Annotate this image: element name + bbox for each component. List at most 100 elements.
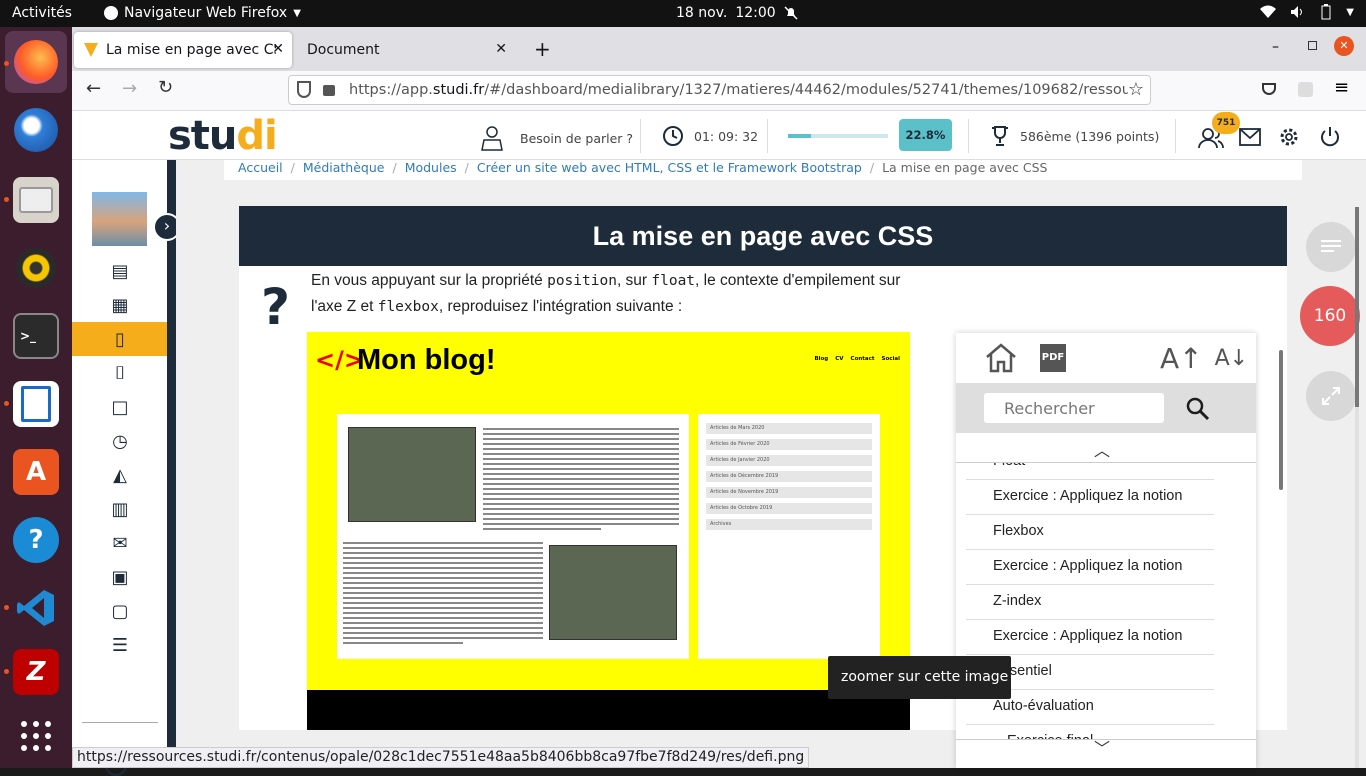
minimize-icon[interactable]: – — [1272, 39, 1279, 55]
extension-icon[interactable] — [1298, 82, 1313, 97]
clock[interactable]: 18 nov. 12:00 — [676, 5, 798, 21]
menu-icon[interactable]: ≡ — [1334, 77, 1349, 98]
search-icon[interactable] — [1186, 397, 1210, 421]
expand-icon — [1322, 387, 1340, 405]
dock: >_ A ? Z — [0, 27, 72, 768]
home-icon[interactable] — [984, 343, 1018, 373]
settings-icon[interactable] — [1278, 126, 1300, 148]
graduation-icon[interactable]: ◭ — [90, 458, 150, 492]
question-icon: ? — [261, 278, 291, 336]
exercise-image[interactable]: </> Mon blog! Blog CV Contact Social Art… — [307, 332, 910, 730]
filezilla-icon[interactable]: Z — [13, 649, 59, 695]
archive-link: Articles de Novembre 2019 — [706, 487, 872, 498]
breadcrumb-link[interactable]: Médiathèque — [303, 160, 385, 182]
vscode-icon[interactable] — [13, 585, 59, 631]
power-icon[interactable] — [1319, 126, 1341, 148]
divider — [82, 722, 158, 723]
inst-code: flexbox — [377, 299, 439, 315]
archive-link: Articles de Mars 2020 — [706, 423, 872, 434]
show-apps-icon[interactable] — [13, 713, 59, 759]
separator: / — [392, 160, 397, 175]
back-icon[interactable]: ← — [86, 78, 101, 99]
tab-document[interactable]: Document ✕ — [297, 32, 515, 68]
calendar-icon[interactable]: ▦ — [90, 288, 150, 322]
files-icon[interactable] — [13, 177, 59, 223]
tab-label: Document — [307, 42, 380, 58]
document-icon[interactable]: ▥ — [90, 492, 150, 526]
separator: / — [464, 160, 469, 175]
new-tab-icon[interactable]: + — [534, 37, 551, 61]
close-tab-icon[interactable]: ✕ — [272, 41, 284, 57]
close-tab-icon[interactable]: ✕ — [495, 41, 507, 57]
library-icon[interactable]: ▯ — [72, 322, 168, 356]
toc-item[interactable]: Exercice : Appliquez la notion — [966, 620, 1214, 655]
breadcrumb-link[interactable]: Modules — [405, 160, 457, 182]
increase-font-icon[interactable]: A↑ — [1160, 342, 1203, 375]
firefox-icon[interactable] — [5, 31, 67, 93]
divider — [1175, 119, 1176, 153]
help-link[interactable]: Besoin de parler ? — [480, 125, 633, 151]
chat-icon[interactable]: ▤ — [90, 254, 150, 288]
mail-icon[interactable]: ✉ — [90, 526, 150, 560]
fullscreen-button[interactable] — [1306, 371, 1356, 421]
url-bar[interactable]: https://app.studi.fr/#/dashboard/mediali… — [288, 75, 1151, 105]
terminal-icon[interactable]: >_ — [13, 313, 59, 359]
decrease-font-icon[interactable]: A↓ — [1215, 346, 1248, 371]
close-window-icon[interactable]: ✕ — [1334, 36, 1354, 56]
libreoffice-writer-icon[interactable] — [13, 381, 59, 427]
toc-item[interactable]: Z-index — [966, 585, 1214, 620]
toc-toggle-button[interactable] — [1306, 222, 1356, 272]
scroll-up-icon[interactable]: ︿ — [1094, 437, 1110, 461]
inst-code: position — [547, 273, 617, 289]
tab-active[interactable]: La mise en page avec CSS ✕ — [74, 32, 292, 68]
briefcase-icon[interactable]: ▢ — [90, 594, 150, 628]
thunderbird-icon[interactable] — [13, 107, 59, 153]
scroll-down-icon[interactable]: ﹀ — [1094, 735, 1110, 759]
activities-button[interactable]: Activités — [12, 5, 72, 21]
toc-scrollbar-thumb[interactable] — [1279, 350, 1283, 490]
toc-panel: PDF A↑ A↓ Rechercher ︿ Float Exercice : … — [956, 333, 1256, 768]
toc-item-sub[interactable]: Exercice final — [966, 725, 1214, 739]
toc-item[interactable]: Exercice : Appliquez la notion — [966, 550, 1214, 585]
page-scrollbar[interactable] — [1355, 207, 1359, 768]
breadcrumb-link[interactable]: Accueil — [238, 160, 283, 182]
search-input[interactable]: Rechercher — [984, 393, 1164, 423]
avatar[interactable] — [92, 192, 147, 246]
archive-link: Articles de Janvier 2020 — [706, 455, 872, 466]
firefox-window: La mise en page avec CSS ✕ Document ✕ + … — [72, 27, 1366, 776]
running-indicator — [4, 197, 9, 202]
site-header: studi Besoin de parler ? 01: 09: 32 22.8… — [72, 111, 1366, 160]
pdf-icon[interactable]: PDF — [1040, 344, 1066, 372]
software-center-icon[interactable]: A — [13, 449, 59, 495]
app-menu[interactable]: Navigateur Web Firefox ▼ — [104, 5, 301, 21]
mail-icon[interactable] — [1239, 128, 1261, 146]
help-icon[interactable]: ? — [13, 517, 59, 563]
toc-item-partial[interactable]: Float — [966, 463, 1214, 480]
scrollbar-thumb[interactable] — [1355, 207, 1359, 407]
system-tray[interactable]: ▼ — [1260, 4, 1354, 20]
forward-icon[interactable]: → — [122, 78, 137, 99]
maximize-icon[interactable] — [1308, 41, 1317, 50]
app-name: Navigateur Web Firefox — [124, 5, 288, 21]
list-icon[interactable]: ☰ — [90, 628, 150, 662]
system-top-bar: Activités Navigateur Web Firefox ▼ 18 no… — [0, 0, 1366, 27]
time: 12:00 — [735, 5, 776, 21]
pocket-icon[interactable] — [1262, 83, 1276, 95]
message-icon[interactable]: □ — [90, 390, 150, 424]
toc-item[interactable]: Flexbox — [966, 515, 1214, 550]
rhythmbox-icon[interactable] — [13, 245, 59, 291]
contacts-icon[interactable]: ▣ — [90, 560, 150, 594]
url-domain: studi.fr — [432, 82, 485, 98]
video-icon[interactable]: ◷ — [90, 424, 150, 458]
reload-icon[interactable]: ↻ — [158, 77, 173, 98]
clock-icon — [663, 126, 683, 146]
blog-nav-item: CV — [835, 356, 844, 362]
blog-archives: Articles de Mars 2020 Articles de Févrie… — [698, 414, 880, 659]
bookmark-icon[interactable]: ⌷ — [90, 356, 150, 390]
toc-item[interactable]: Exercice : Appliquez la notion — [966, 480, 1214, 515]
counter-button[interactable]: 160 — [1300, 286, 1360, 346]
bookmark-star-icon[interactable]: ☆ — [1127, 79, 1144, 100]
studi-logo[interactable]: studi — [168, 113, 278, 159]
breadcrumb-link[interactable]: Créer un site web avec HTML, CSS et le F… — [477, 160, 862, 182]
ranking[interactable]: 586ème (1396 points) — [990, 125, 1159, 147]
